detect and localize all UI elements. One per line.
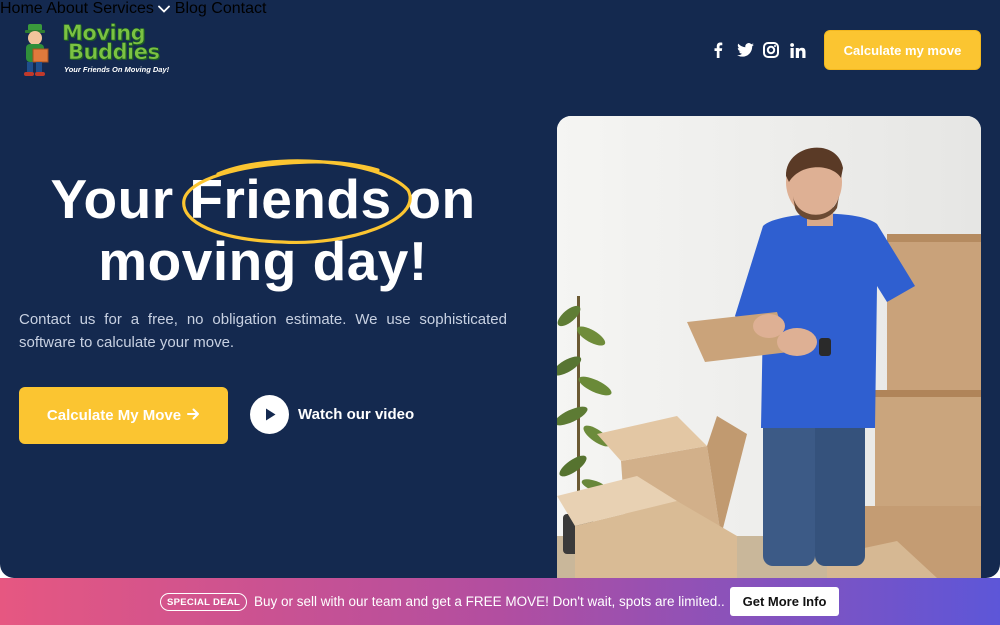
calculate-move-header-button[interactable]: Calculate my move [824, 30, 981, 70]
main-nav: Home About Services Blog Contact [0, 0, 1000, 18]
brand-logo[interactable]: Moving Buddies Your Friends On Moving Da… [18, 22, 180, 78]
hero-photo-man-with-boxes [557, 116, 981, 578]
nav-about[interactable]: About [46, 0, 88, 17]
mascot-icon [24, 24, 49, 76]
headline-word-1: Your [50, 168, 174, 230]
chevron-down-icon [158, 0, 174, 17]
headline-word-2: on [407, 168, 476, 230]
highlight-circle-decoration [182, 159, 412, 245]
calculate-my-move-label: Calculate My Move [46, 407, 182, 424]
instagram-icon[interactable] [761, 40, 781, 60]
nav-home[interactable]: Home [0, 0, 43, 17]
brand-tagline: Your Friends On Moving Day! [64, 65, 170, 74]
calculate-my-move-button[interactable]: Calculate My Move [19, 387, 228, 444]
hero-section: Moving Buddies Your Friends On Moving Da… [0, 0, 1000, 578]
special-deal-banner: SPECIAL DEAL Buy or sell with our team a… [0, 578, 1000, 625]
arrow-right-icon [187, 407, 200, 424]
nav-contact[interactable]: Contact [211, 0, 266, 17]
hero-lead-text: Contact us for a free, no obligation est… [19, 311, 507, 351]
get-more-info-button[interactable]: Get More Info [730, 587, 839, 616]
nav-about-label: About [46, 0, 89, 17]
nav-services[interactable]: Services [93, 0, 175, 17]
watch-video-label: Watch our video [298, 406, 415, 423]
nav-contact-label: Contact [211, 0, 267, 17]
play-icon [250, 395, 289, 434]
nav-home-label: Home [0, 0, 43, 17]
special-deal-text: Buy or sell with our team and get a FREE… [254, 594, 725, 609]
nav-services-label: Services [92, 0, 154, 17]
nav-blog[interactable]: Blog [175, 0, 207, 17]
special-deal-badge: SPECIAL DEAL [160, 593, 248, 611]
twitter-icon[interactable] [735, 40, 755, 60]
linkedin-icon[interactable] [788, 40, 808, 60]
watch-video-button[interactable]: Watch our video [250, 395, 414, 434]
nav-blog-label: Blog [174, 0, 207, 17]
facebook-icon[interactable] [708, 40, 728, 60]
brand-name-line2: Buddies [68, 40, 161, 64]
